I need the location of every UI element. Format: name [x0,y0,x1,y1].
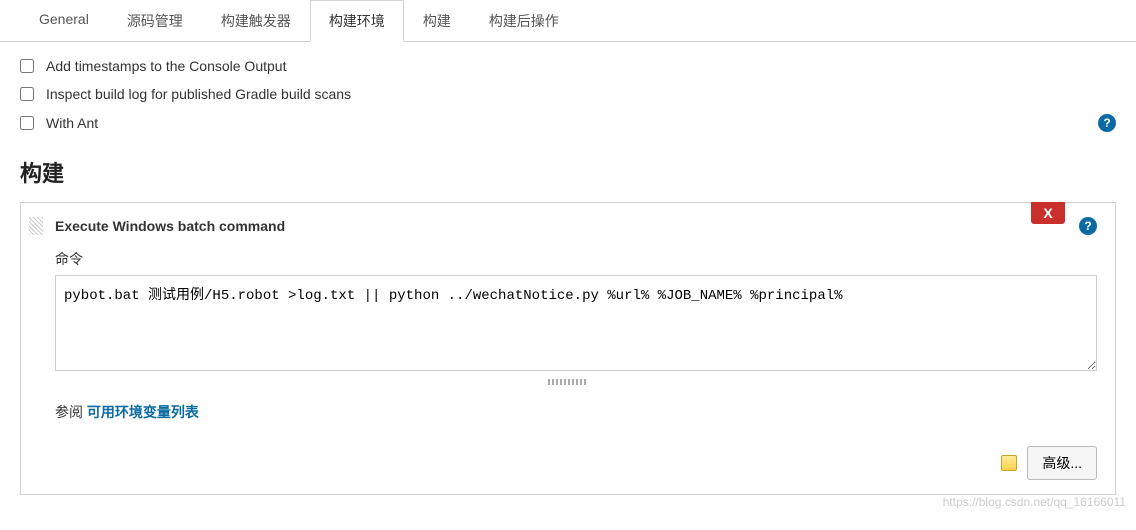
tab-scm[interactable]: 源码管理 [108,0,202,42]
env-vars-reference: 参阅 可用环境变量列表 [55,402,1097,422]
tab-build[interactable]: 构建 [404,0,470,42]
command-textarea[interactable]: pybot.bat 测试用例/H5.robot >log.txt || pyth… [55,275,1097,371]
checkbox-with-ant[interactable] [20,116,34,130]
option-with-ant: With Ant ? [20,108,1116,138]
config-tabs: General 源码管理 构建触发器 构建环境 构建 构建后操作 [0,0,1136,42]
advanced-button[interactable]: 高级... [1027,446,1097,480]
resize-grip-icon[interactable] [39,372,1097,388]
label-add-timestamps: Add timestamps to the Console Output [46,58,1116,74]
option-gradle-scans: Inspect build log for published Gradle b… [20,80,1116,108]
section-build-title: 构建 [20,156,1116,188]
tab-general[interactable]: General [20,0,108,42]
tab-post-build[interactable]: 构建后操作 [470,0,578,42]
option-add-timestamps: Add timestamps to the Console Output [20,52,1116,80]
label-gradle-scans: Inspect build log for published Gradle b… [46,86,1116,102]
build-step-execute-windows-batch: X Execute Windows batch command ? 命令 pyb… [20,202,1116,495]
checkbox-gradle-scans[interactable] [20,87,34,101]
delete-step-button[interactable]: X [1031,202,1065,224]
help-icon[interactable]: ? [1098,114,1116,132]
build-step-title: Execute Windows batch command [55,218,1079,234]
ref-prefix: 参阅 [55,404,87,420]
help-icon[interactable]: ? [1079,217,1097,235]
tab-build-environment[interactable]: 构建环境 [310,0,404,42]
env-vars-link[interactable]: 可用环境变量列表 [87,404,199,420]
checkbox-add-timestamps[interactable] [20,59,34,73]
tab-triggers[interactable]: 构建触发器 [202,0,310,42]
notepad-icon [999,453,1019,473]
command-label: 命令 [55,249,1097,269]
label-with-ant: With Ant [46,115,1098,131]
drag-handle-icon[interactable] [29,217,43,235]
